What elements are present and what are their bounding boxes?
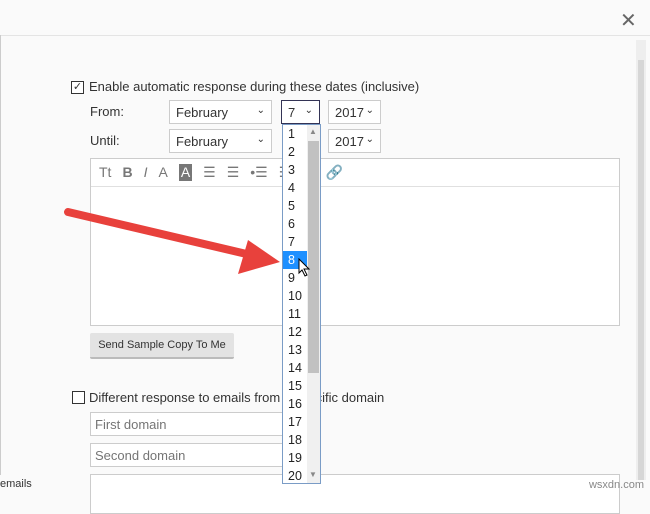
watermark: wsxdn.com (588, 479, 644, 491)
red-arrow-annotation (64, 208, 280, 274)
mouse-cursor-icon (298, 258, 311, 277)
